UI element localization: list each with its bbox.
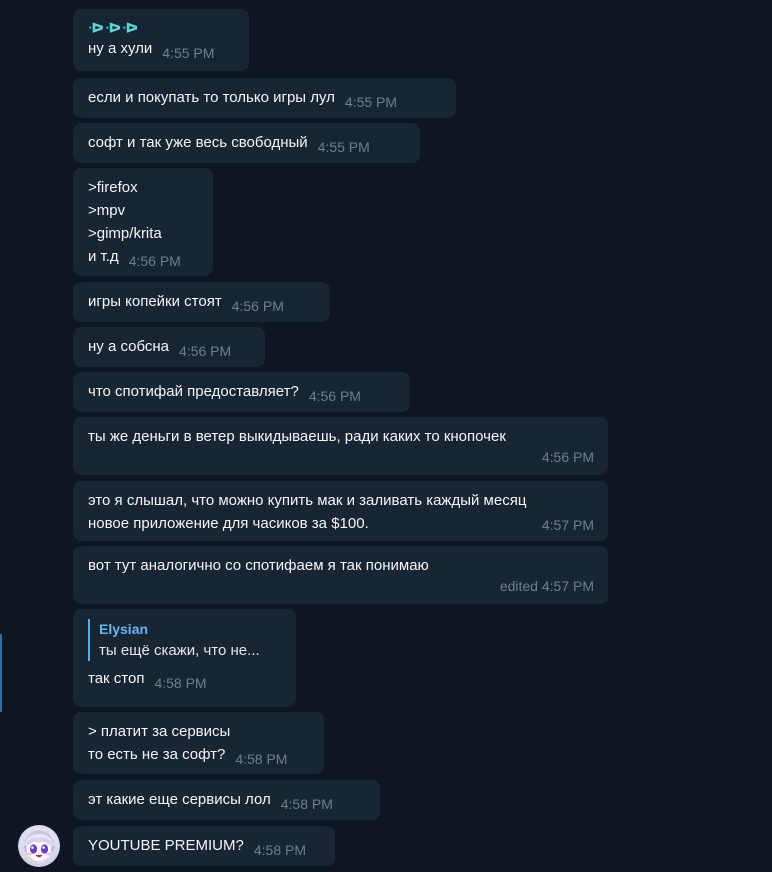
message-bubble[interactable]: Elysian ты ещё скажи, что не... так стоп… bbox=[73, 609, 296, 707]
message-text: ну а хули bbox=[88, 40, 153, 57]
message-time: 4:58 PM bbox=[253, 842, 306, 858]
message-time: 4:56 PM bbox=[541, 449, 594, 465]
message-bubble[interactable]: ну а собсна 4:56 PM bbox=[73, 327, 265, 367]
message-line: >firefox bbox=[88, 179, 138, 196]
sender-name[interactable]: ᐒᐒᐒ bbox=[88, 19, 235, 37]
message-time: edited 4:57 PM bbox=[499, 578, 594, 594]
message-time: 4:58 PM bbox=[280, 796, 333, 812]
message-text: если и покупать то только игры лул bbox=[88, 89, 335, 106]
chat-history: ᐒᐒᐒ ну а хули 4:55 PM если и покупать то … bbox=[0, 0, 772, 872]
message-bubble[interactable]: YOUTUBE PREMIUM? 4:58 PM bbox=[73, 826, 335, 866]
message-time: 4:55 PM bbox=[344, 94, 398, 110]
message-bubble[interactable]: ᐒᐒᐒ ну а хули 4:55 PM bbox=[73, 9, 249, 71]
message-bubble[interactable]: что спотифай предоставляет? 4:56 PM bbox=[73, 372, 410, 412]
message-text: YOUTUBE PREMIUM? bbox=[88, 837, 244, 854]
message-bubble[interactable]: это я слышал, что можно купить мак и зал… bbox=[73, 481, 608, 541]
message-bubble[interactable]: софт и так уже весь свободный 4:55 PM bbox=[73, 123, 420, 163]
message-time: 4:56 PM bbox=[308, 388, 361, 404]
reply-text: ты ещё скажи, что не... bbox=[99, 642, 260, 659]
message-text: игры копейки стоят bbox=[88, 293, 222, 310]
message-text: новое приложение для часиков за $100. bbox=[88, 515, 369, 532]
message-time: 4:56 PM bbox=[179, 343, 232, 359]
message-bubble[interactable]: эт какие еще сервисы лол 4:58 PM bbox=[73, 780, 380, 820]
message-text: эт какие еще сервисы лол bbox=[88, 791, 271, 808]
message-bubble[interactable]: если и покупать то только игры лул 4:55 P… bbox=[73, 78, 456, 118]
message-line: >gimp/krita bbox=[88, 225, 162, 242]
reply-sender-name: Elysian bbox=[99, 621, 149, 637]
message-line: >mpv bbox=[88, 202, 126, 219]
message-time: 4:55 PM bbox=[317, 139, 370, 155]
message-text: так стоп bbox=[88, 670, 145, 687]
anime-girl-avatar-icon[interactable] bbox=[18, 825, 60, 867]
message-time: 4:55 PM bbox=[162, 45, 215, 61]
message-time: 4:56 PM bbox=[231, 298, 284, 314]
message-text: софт и так уже весь свободный bbox=[88, 134, 308, 151]
message-time: 4:58 PM bbox=[235, 751, 288, 767]
message-text: ну а собсна bbox=[88, 338, 170, 355]
message-line: > платит за сервисы bbox=[88, 723, 231, 740]
message-text: ты же деньги в ветер выкидываешь, ради к… bbox=[88, 428, 506, 445]
message-line: это я слышал, что можно купить мак и зал… bbox=[88, 492, 527, 509]
message-time: 4:56 PM bbox=[128, 253, 181, 269]
message-text: вот тут аналогично со спотифаем я так по… bbox=[88, 557, 429, 574]
message-time: 4:58 PM bbox=[154, 675, 207, 691]
message-bubble[interactable]: ты же деньги в ветер выкидываешь, ради к… bbox=[73, 417, 608, 475]
message-time: 4:57 PM bbox=[541, 517, 594, 533]
message-bubble[interactable]: игры копейки стоят 4:56 PM bbox=[73, 282, 330, 322]
reply-highlight-bar bbox=[0, 634, 2, 712]
message-bubble[interactable]: >firefox >mpv >gimp/krita и т.д 4:56 PM bbox=[73, 168, 213, 276]
message-text: что спотифай предоставляет? bbox=[88, 383, 299, 400]
message-text: то есть не за софт? bbox=[88, 746, 226, 763]
message-bubble[interactable]: вот тут аналогично со спотифаем я так по… bbox=[73, 546, 608, 604]
reply-quote[interactable]: Elysian ты ещё скажи, что не... bbox=[88, 619, 282, 661]
message-bubble[interactable]: > платит за сервисы то есть не за софт? 4… bbox=[73, 712, 324, 774]
message-text: и т.д bbox=[88, 248, 119, 265]
avatar-illustration bbox=[23, 830, 55, 861]
